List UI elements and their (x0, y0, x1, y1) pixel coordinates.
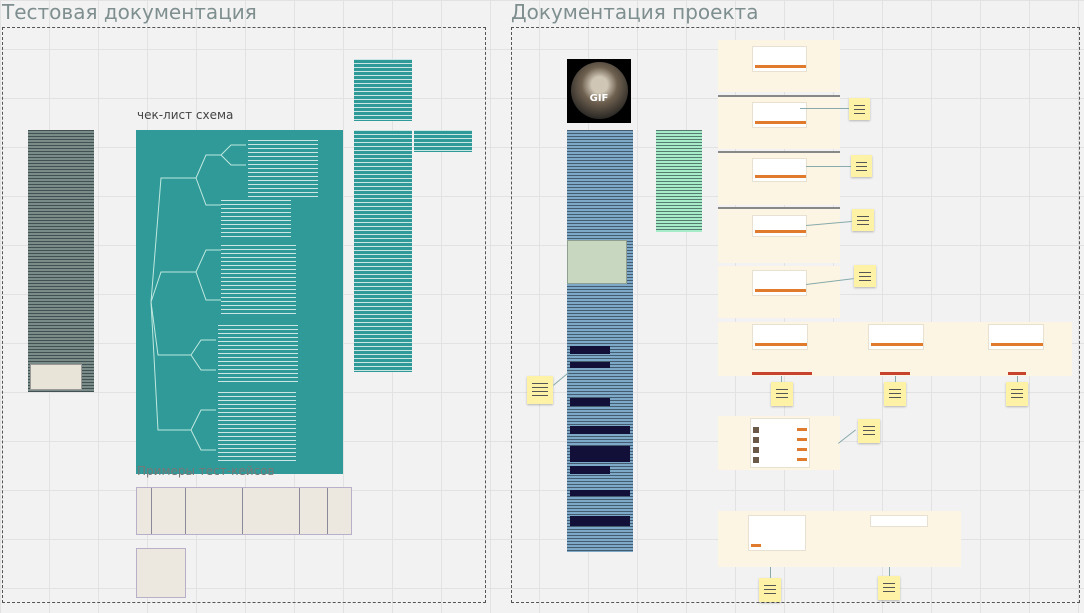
sticky-note-icon[interactable] (851, 155, 872, 177)
sticky-note-icon[interactable] (759, 578, 781, 602)
wireframe-card (988, 324, 1044, 350)
sticky-note-icon[interactable] (858, 419, 880, 443)
gif-thumbnail-icon[interactable]: GIF (567, 59, 631, 123)
wireframe-list-card (750, 418, 810, 468)
list-thumbnail (753, 457, 759, 463)
mint-document[interactable] (656, 130, 702, 232)
test-case-card[interactable] (136, 548, 186, 598)
wireframe-frame-wide[interactable] (718, 322, 1072, 376)
connector (781, 376, 782, 382)
sticky-note-icon[interactable] (852, 209, 874, 231)
checklist-label: чек-лист схема (137, 108, 234, 122)
orange-button (797, 458, 807, 461)
red-bar (752, 372, 812, 375)
code-block-6 (570, 466, 610, 474)
wireframe-frame-4[interactable] (718, 207, 840, 263)
blue-doc-table (567, 240, 627, 284)
wireframe-frame-1[interactable] (718, 40, 840, 92)
orange-button (755, 343, 807, 346)
checklist-mindmap[interactable] (136, 130, 343, 474)
code-block-4 (570, 426, 630, 434)
sticky-note-icon[interactable] (771, 382, 793, 406)
orange-button (751, 544, 761, 547)
teal-document-side[interactable] (414, 130, 472, 152)
connector (770, 567, 771, 578)
mindmap-text-block-5 (218, 392, 296, 462)
code-block-7 (570, 490, 630, 496)
mindmap-text-block-2 (221, 200, 291, 240)
wireframe-card (752, 102, 807, 128)
orange-button (755, 175, 806, 178)
orange-button (871, 343, 923, 346)
red-bar (1008, 372, 1026, 375)
wireframe-card (752, 215, 807, 237)
orange-button (991, 343, 1043, 346)
sticky-note-icon[interactable] (878, 576, 900, 600)
wireframe-frame-2[interactable] (718, 95, 840, 149)
code-block-5 (570, 446, 630, 462)
teal-document-main[interactable] (354, 130, 412, 372)
frame-title-test-docs[interactable]: Тестовая документация (2, 0, 257, 24)
code-block-2 (570, 362, 610, 368)
wireframe-card (752, 324, 808, 350)
code-block-8 (570, 516, 630, 526)
orange-button (755, 289, 806, 292)
mindmap-text-block-4 (218, 325, 298, 385)
teal-document-top[interactable] (354, 59, 412, 121)
wireframe-card (752, 158, 807, 182)
frame-title-project-docs[interactable]: Документация проекта (511, 0, 758, 24)
connector (806, 166, 851, 167)
connector (895, 376, 896, 382)
gif-label: GIF (589, 93, 609, 104)
list-thumbnail (753, 437, 759, 443)
orange-button (755, 121, 806, 124)
sticky-note-icon[interactable] (527, 376, 553, 404)
sticky-note-icon[interactable] (884, 382, 906, 406)
test-cases-label: Примеры тест-кейсов (137, 464, 275, 478)
list-thumbnail (753, 427, 759, 433)
sticky-note-icon[interactable] (849, 98, 870, 120)
connector (1017, 376, 1018, 382)
mindmap-text-block-3 (221, 245, 296, 315)
wireframe-frame-bottom[interactable] (718, 511, 961, 567)
wireframe-card (868, 324, 924, 350)
orange-button (755, 65, 806, 68)
sticky-note-icon[interactable] (854, 265, 876, 287)
wireframe-card (752, 46, 807, 72)
orange-button (797, 428, 807, 431)
connector (800, 108, 849, 109)
red-bar (880, 372, 910, 375)
mindmap-text-block-1 (248, 140, 318, 200)
orange-button (797, 448, 807, 451)
orange-button (755, 230, 806, 233)
wireframe-frame-3[interactable] (718, 151, 840, 205)
connector (889, 567, 890, 576)
blue-document[interactable] (567, 130, 633, 552)
code-block-1 (570, 346, 610, 354)
gray-document[interactable] (28, 130, 94, 392)
wireframe-card (748, 515, 806, 551)
gray-doc-table (30, 364, 82, 390)
orange-button (797, 438, 807, 441)
wireframe-frame-list[interactable] (718, 416, 840, 470)
wireframe-card (870, 515, 928, 527)
code-block-3 (570, 398, 610, 406)
test-cases-table[interactable] (136, 487, 352, 535)
sticky-note-icon[interactable] (1006, 382, 1028, 406)
wireframe-frame-5[interactable] (718, 266, 840, 318)
wireframe-card (752, 270, 807, 296)
list-thumbnail (753, 447, 759, 453)
